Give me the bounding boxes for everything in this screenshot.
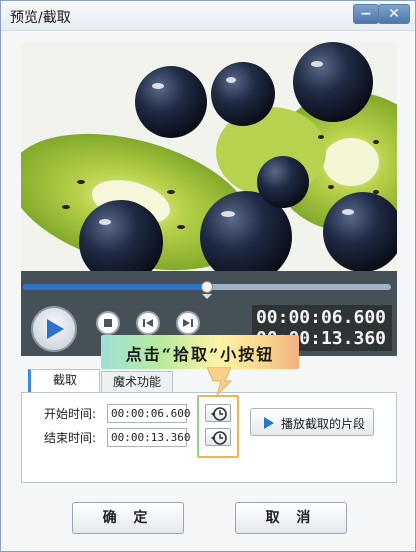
stop-button[interactable] <box>96 311 120 335</box>
callout-pointer <box>206 367 233 397</box>
prev-frame-icon <box>143 319 153 327</box>
title-bar: 预览/截取 − ✕ <box>1 1 415 31</box>
close-icon: ✕ <box>388 6 400 22</box>
start-time-label: 开始时间: <box>44 407 97 421</box>
start-time-field[interactable]: 00:00:06.600 <box>107 404 190 423</box>
prev-frame-button[interactable] <box>136 311 160 335</box>
video-preview <box>21 42 397 272</box>
minimize-button[interactable]: − <box>353 4 379 24</box>
preview-clip-dialog: 预览/截取 − ✕ 00:00:06.600 00:00:13.360 截取 魔… <box>0 0 416 552</box>
seek-bar[interactable] <box>21 271 397 303</box>
window-title: 预览/截取 <box>10 10 71 26</box>
tip-callout: 点击“拾取”小按钮 <box>101 335 299 369</box>
play-icon <box>264 417 274 429</box>
ok-button[interactable]: 确 定 <box>72 502 184 534</box>
play-icon <box>47 319 64 339</box>
tip-callout-text: 点击“拾取”小按钮 <box>125 345 275 364</box>
tab-clip[interactable]: 截取 <box>28 369 100 393</box>
seek-progress-fill <box>23 284 207 290</box>
seek-knob[interactable] <box>201 281 213 293</box>
current-time: 00:00:06.600 <box>255 307 386 328</box>
chevron-down-icon <box>202 294 212 299</box>
play-clip-label: 播放截取的片段 <box>281 417 366 431</box>
video-frame-image <box>21 42 397 272</box>
next-frame-button[interactable] <box>176 311 200 335</box>
cancel-button[interactable]: 取 消 <box>235 502 347 534</box>
play-clip-button[interactable]: 播放截取的片段 <box>250 408 374 436</box>
play-button[interactable] <box>31 306 77 352</box>
tab-magic[interactable]: 魔术功能 <box>101 371 173 393</box>
close-button[interactable]: ✕ <box>378 4 410 24</box>
stop-icon <box>104 319 112 327</box>
next-frame-icon <box>183 319 193 327</box>
end-time-label: 结束时间: <box>44 431 97 445</box>
pick-buttons-highlight <box>197 395 239 458</box>
minimize-icon: − <box>360 6 372 22</box>
end-time-field[interactable]: 00:00:13.360 <box>107 428 190 447</box>
